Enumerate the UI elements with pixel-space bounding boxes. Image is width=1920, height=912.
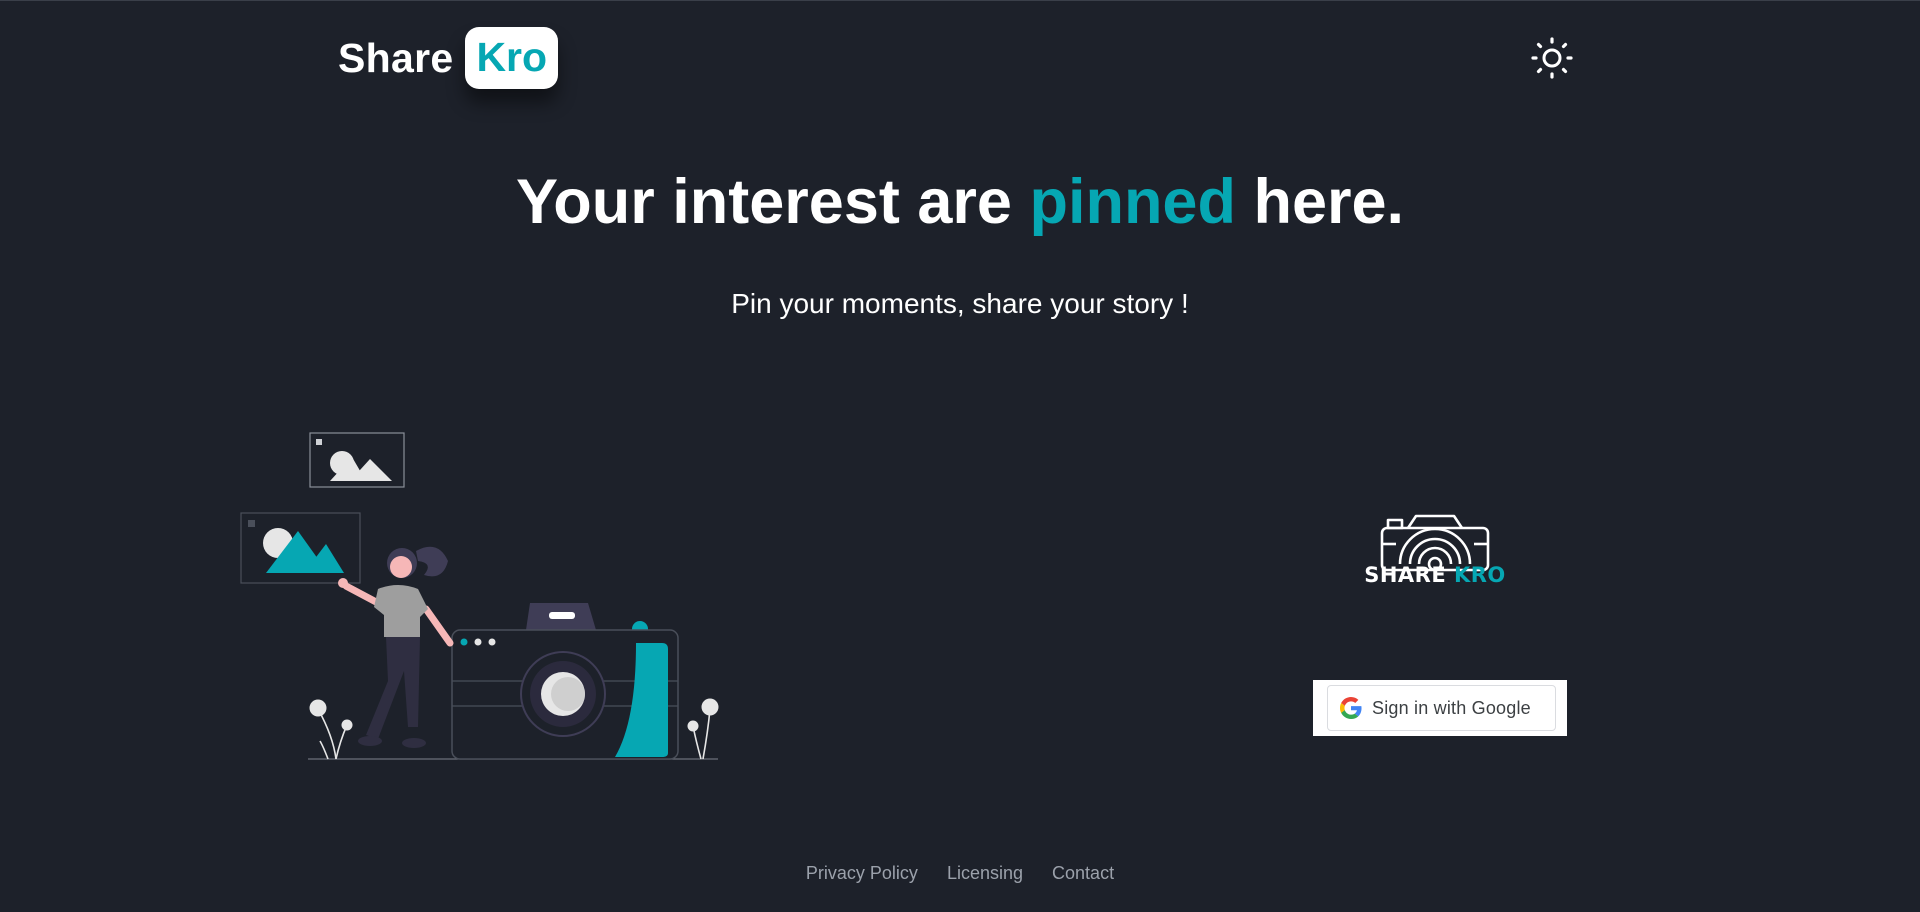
headline-text-start: Your interest are — [515, 167, 1030, 237]
headline-text-end: here. — [1235, 167, 1405, 237]
licensing-link[interactable]: Licensing — [947, 863, 1023, 883]
logo-share-text: Share — [338, 34, 454, 81]
hero-headline: Your interest are pinned here. — [0, 166, 1920, 238]
google-signin-button[interactable]: Sign in with Google — [1327, 685, 1556, 731]
contact-link[interactable]: Contact — [1052, 863, 1114, 883]
sun-icon — [1531, 37, 1573, 79]
logo-kro-badge: Kro — [465, 27, 559, 89]
theme-toggle-button[interactable] — [1530, 36, 1574, 80]
plant-left-icon — [317, 708, 348, 760]
privacy-policy-link[interactable]: Privacy Policy — [806, 863, 918, 883]
brand-wordmark: SHARE KRO — [1360, 563, 1510, 587]
plant-right-icon — [692, 708, 711, 760]
headline-accent-word: pinned — [1029, 167, 1236, 237]
footer-nav: Privacy Policy Licensing Contact — [0, 863, 1920, 884]
header-logo[interactable]: Share Kro — [338, 27, 559, 89]
hero-illustration — [240, 432, 719, 760]
photo-frame-small-icon — [309, 432, 405, 488]
hero-subheadline: Pin your moments, share your story ! — [731, 288, 1189, 319]
google-g-icon — [1340, 697, 1362, 719]
page: Share Kro Your interest are pinned here.… — [0, 0, 1920, 912]
brand-wordmark-kro: KRO — [1453, 563, 1506, 587]
camera-illustration-icon — [451, 603, 679, 760]
google-signin-container: Sign in with Google — [1313, 680, 1567, 736]
brand-wordmark-share: SHARE — [1364, 563, 1454, 587]
photo-frame-large-icon — [240, 512, 361, 584]
google-signin-label: Sign in with Google — [1372, 697, 1531, 718]
